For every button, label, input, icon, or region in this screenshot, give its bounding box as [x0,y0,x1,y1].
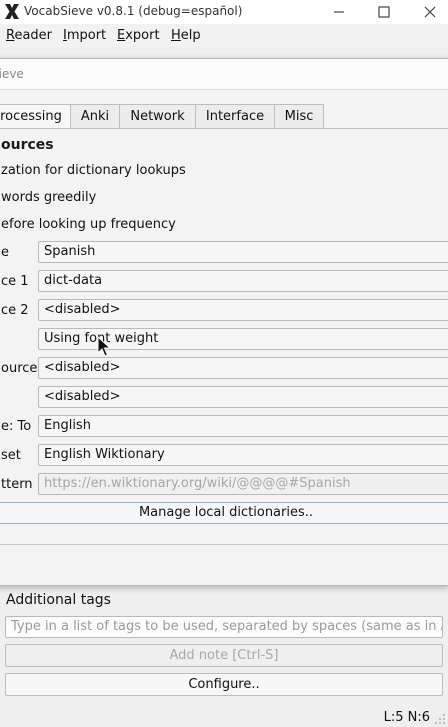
dataset-select[interactable]: English Wiktionary [38,444,448,466]
frequency-option[interactable]: efore looking up frequency [1,217,176,232]
mouse-cursor-icon [97,336,111,357]
dialog-divider [0,544,448,545]
menu-help-label: Help [171,28,201,43]
frequency-list-select[interactable]: <disabled> [38,386,448,408]
menu-import[interactable]: Import [63,28,106,43]
statusbar: L:5 N:6 [0,705,448,727]
row-label-dataset: set [1,448,21,463]
configure-button[interactable]: Configure.. [5,673,443,696]
minimize-icon[interactable] [329,2,349,22]
tab-network[interactable]: Network [119,104,196,129]
greedy-option[interactable]: words greedily [1,190,96,205]
row-label-url-pattern: ttern [1,477,33,492]
menu-export[interactable]: Export [117,28,160,43]
settings-dialog: Sieve rocessing Anki Network Interface M… [0,58,448,586]
add-note-button[interactable]: Add note [Ctrl-S] [5,644,443,667]
tab-panel-border [0,128,448,129]
dialog-titlebar[interactable]: Sieve [0,59,448,90]
target-language-select[interactable]: Spanish [38,241,448,263]
tab-interface[interactable]: Interface [195,104,275,129]
window-titlebar[interactable]: VocabSieve v0.8.1 (debug=español) [0,0,448,24]
app-logo-icon [5,4,19,19]
row-label-source-2: ce 2 [1,303,29,318]
window-title: VocabSieve v0.8.1 (debug=español) [24,4,243,18]
row-label-audio-source: ource [1,361,38,376]
row-label-gtrans-to: e: To [1,419,32,434]
manage-dictionaries-button[interactable]: Manage local dictionaries.. [0,502,448,524]
row-label-language: e [1,245,9,260]
translate-to-select[interactable]: English [38,415,448,437]
resize-grip-icon[interactable] [434,713,446,725]
menu-export-label: Export [117,28,160,43]
dictionary-source-1-select[interactable]: dict-data [38,270,448,292]
menu-reader-label: Reader [6,28,53,43]
section-heading: ources [1,137,54,153]
tags-input[interactable]: Type in a list of tags to be used, separ… [5,616,443,638]
web-url-pattern-input[interactable]: https://en.wiktionary.org/wiki/@@@@#Span… [38,473,448,495]
dialog-title: Sieve [0,67,24,81]
menu-import-label: Import [63,28,107,43]
close-icon[interactable] [420,2,440,22]
audio-source-select[interactable]: <disabled> [38,357,448,379]
menu-reader[interactable]: Reader [6,28,52,43]
menubar: Reader Import Export Help [0,24,448,47]
lemmatization-option[interactable]: zation for dictionary lookups [1,163,186,178]
tab-misc[interactable]: Misc [274,104,324,129]
maximize-icon[interactable] [374,2,394,22]
additional-tags-label: Additional tags [6,592,111,608]
status-counts: L:5 N:6 [383,710,430,725]
dictionary-source-2-select[interactable]: <disabled> [38,299,448,321]
row-label-source-1: ce 1 [1,274,29,289]
tab-processing[interactable]: rocessing [0,104,71,129]
menu-help[interactable]: Help [171,28,201,43]
tab-anki[interactable]: Anki [70,104,120,129]
